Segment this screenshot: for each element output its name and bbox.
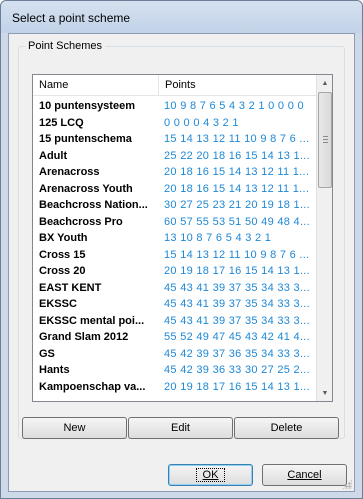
- scheme-points: 20 19 18 17 16 15 14 13 1...: [164, 265, 311, 277]
- scheme-name: BX Youth: [39, 232, 88, 244]
- scheme-points: 15 14 13 12 11 10 9 8 7 6 ...: [164, 133, 310, 145]
- scheme-points: 30 27 25 23 21 20 19 18 1...: [164, 199, 311, 211]
- chevron-up-icon[interactable]: ▲: [317, 75, 332, 91]
- list-item[interactable]: Arenacross Youth 20 18 16 15 14 13 12 11 …: [33, 181, 317, 198]
- list-item[interactable]: Cross 20 20 19 18 17 16 15 14 13 1...: [33, 263, 317, 280]
- scheme-points: 60 57 55 53 51 50 49 48 4...: [164, 215, 311, 228]
- point-scheme-list[interactable]: Name Points 10 puntensysteem 10 9 8 7 6 5…: [32, 74, 333, 402]
- list-item[interactable]: Beachcross Nation... 30 27 25 23 21 20 19…: [33, 197, 317, 214]
- scheme-points: 25 22 20 18 16 15 14 13 1...: [164, 149, 311, 162]
- column-header-points[interactable]: Points: [159, 75, 317, 96]
- list-item[interactable]: Grand Slam 2012 55 52 49 47 45 43 42 41 4…: [33, 329, 317, 346]
- list-item[interactable]: Arenacross 20 18 16 15 14 13 12 11 1...: [33, 164, 317, 181]
- scheme-points: 45 43 41 39 37 35 34 33 3...: [164, 314, 311, 327]
- list-item[interactable]: EKSSC 45 43 41 39 37 35 34 33 3...: [33, 296, 317, 313]
- list-item[interactable]: Cross 15 15 14 13 12 11 10 9 8 7 6 ...: [33, 247, 317, 264]
- scheme-name: Arenacross: [39, 166, 100, 178]
- list-rows: 10 puntensysteem 10 9 8 7 6 5 4 3 2 1 0 0…: [33, 98, 317, 395]
- dialog-body: Point Schemes Name Points 10 puntensyste…: [8, 33, 355, 492]
- new-button-label: New: [63, 422, 86, 434]
- edit-button-label: Edit: [171, 422, 190, 434]
- scheme-name: Beachcross Pro: [39, 215, 123, 228]
- scheme-points: 13 10 8 7 6 5 4 3 2 1: [164, 232, 272, 244]
- delete-button-label: Delete: [270, 422, 303, 434]
- vertical-scrollbar[interactable]: ▲ ▼: [316, 75, 332, 401]
- scrollbar-thumb[interactable]: [318, 92, 332, 188]
- delete-button[interactable]: Delete: [234, 417, 339, 439]
- scheme-name: Hants: [39, 364, 70, 376]
- scheme-name: EKSSC: [39, 298, 77, 310]
- scheme-points: 45 43 41 39 37 35 34 33 3...: [164, 298, 311, 310]
- list-item[interactable]: Beachcross Pro 60 57 55 53 51 50 49 48 4.…: [33, 214, 317, 231]
- cancel-button[interactable]: Cancel: [262, 464, 347, 486]
- scheme-name: 125 LCQ: [39, 116, 84, 129]
- window-title: Select a point scheme: [12, 11, 131, 25]
- dialog-window: Select a point scheme Point Schemes Name…: [0, 0, 363, 499]
- scheme-points: 55 52 49 47 45 43 42 41 4...: [164, 331, 311, 343]
- list-item[interactable]: Adult 25 22 20 18 16 15 14 13 1...: [33, 148, 317, 165]
- scheme-points: 45 42 39 36 33 30 27 25 2...: [164, 364, 311, 376]
- scheme-name: EAST KENT: [39, 281, 102, 294]
- ok-label-text: OK: [202, 469, 219, 481]
- scheme-name: GS: [39, 347, 55, 360]
- scheme-points: 45 43 41 39 37 35 34 33 3...: [164, 281, 311, 294]
- scheme-points: 20 18 16 15 14 13 12 11 1...: [164, 182, 310, 195]
- scheme-points: 20 19 18 17 16 15 14 13 1...: [164, 380, 311, 393]
- new-button[interactable]: New: [22, 417, 127, 439]
- chevron-down-icon[interactable]: ▼: [317, 385, 332, 401]
- group-label: Point Schemes: [25, 40, 105, 52]
- list-item[interactable]: Hants 45 42 39 36 33 30 27 25 2...: [33, 362, 317, 379]
- list-item[interactable]: Kampoenschap va... 20 19 18 17 16 15 14 1…: [33, 379, 317, 396]
- scheme-name: Adult: [39, 149, 68, 162]
- cancel-button-label: Cancel: [287, 469, 322, 481]
- scheme-name: Kampoenschap va...: [39, 380, 146, 393]
- scheme-points: 20 18 16 15 14 13 12 11 1...: [164, 166, 310, 178]
- ok-button[interactable]: OK: [168, 464, 253, 486]
- list-item[interactable]: EKSSC mental poi... 45 43 41 39 37 35 34 …: [33, 313, 317, 330]
- list-item[interactable]: 10 puntensysteem 10 9 8 7 6 5 4 3 2 1 0 0…: [33, 98, 317, 115]
- scheme-name: Arenacross Youth: [39, 182, 133, 195]
- scheme-name: 15 puntenschema: [39, 133, 132, 145]
- scheme-name: EKSSC mental poi...: [39, 314, 145, 327]
- column-header-name[interactable]: Name: [33, 75, 159, 96]
- scheme-name: Grand Slam 2012: [39, 331, 129, 343]
- list-item[interactable]: EAST KENT 45 43 41 39 37 35 34 33 3...: [33, 280, 317, 297]
- ok-button-label: OK: [195, 468, 226, 482]
- list-item[interactable]: GS 45 42 39 37 36 35 34 33 3...: [33, 346, 317, 363]
- edit-button[interactable]: Edit: [128, 417, 233, 439]
- scheme-name: Beachcross Nation...: [39, 199, 148, 211]
- list-item[interactable]: 15 puntenschema 15 14 13 12 11 10 9 8 7 6…: [33, 131, 317, 148]
- list-header: Name Points: [33, 75, 317, 96]
- list-item[interactable]: BX Youth 13 10 8 7 6 5 4 3 2 1: [33, 230, 317, 247]
- scheme-name: Cross 20: [39, 265, 86, 277]
- title-bar[interactable]: Select a point scheme: [1, 1, 362, 33]
- list-item[interactable]: 125 LCQ 0 0 0 0 4 3 2 1: [33, 115, 317, 132]
- scheme-points: 15 14 13 12 11 10 9 8 7 6 ...: [164, 248, 310, 261]
- scheme-points: 0 0 0 0 4 3 2 1: [164, 116, 239, 129]
- scheme-points: 10 9 8 7 6 5 4 3 2 1 0 0 0 0: [164, 100, 304, 112]
- scheme-name: 10 puntensysteem: [39, 100, 135, 112]
- grip-icon: [323, 136, 328, 143]
- scheme-name: Cross 15: [39, 248, 86, 261]
- scheme-points: 45 42 39 37 36 35 34 33 3...: [164, 347, 311, 360]
